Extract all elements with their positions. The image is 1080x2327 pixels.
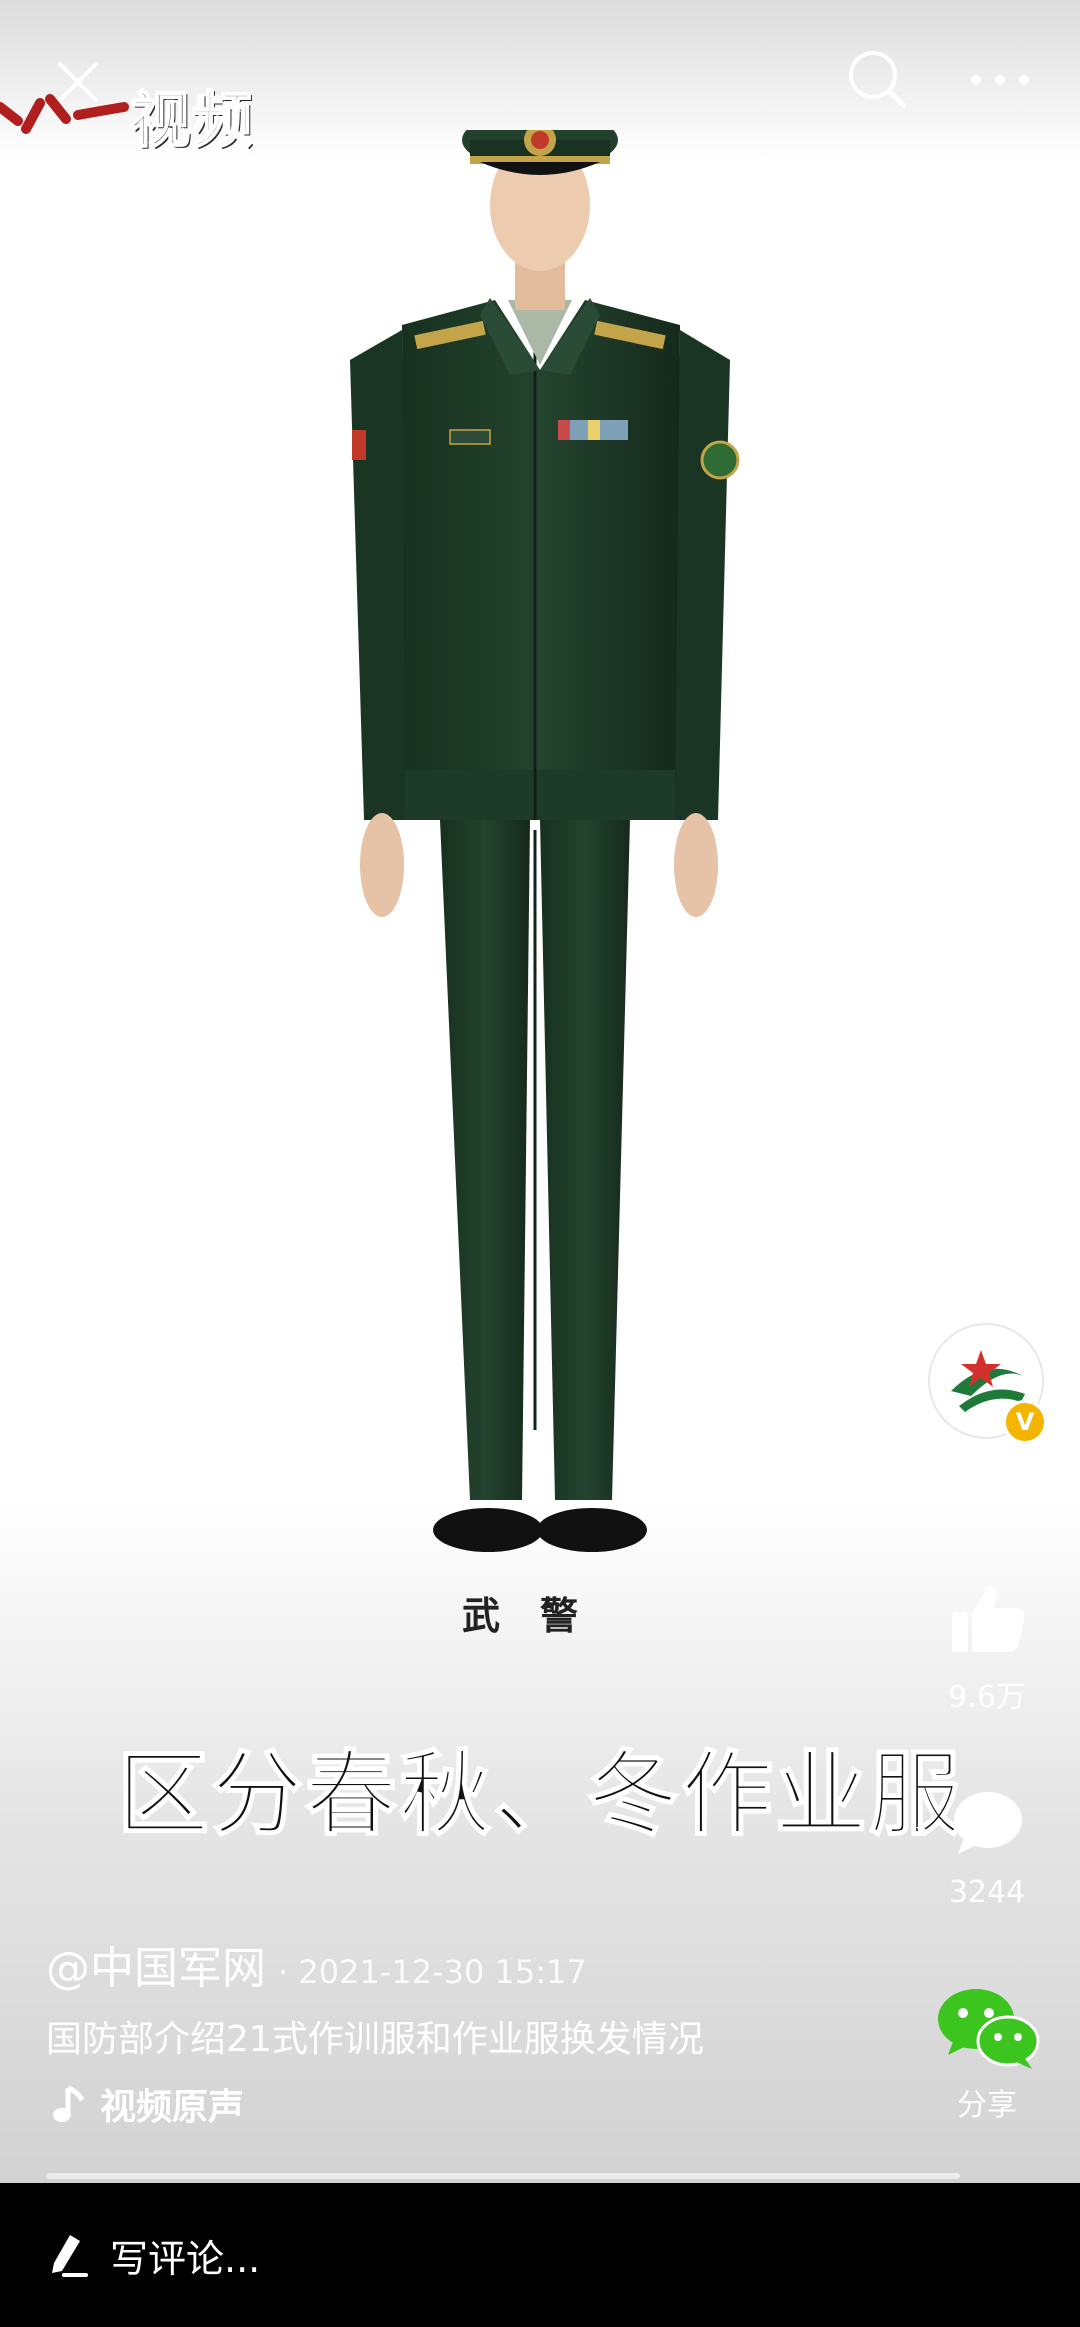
video-progress-bar[interactable]: [46, 2173, 960, 2179]
verified-badge: V: [1003, 1400, 1047, 1444]
wechat-icon: [938, 1989, 1040, 2069]
brand-watermark: 视频: [0, 70, 254, 160]
music-label: 视频原声: [100, 2087, 245, 2128]
like-button[interactable]: [940, 1575, 1036, 1661]
comment-bubble-icon: [954, 1792, 1022, 1854]
music-link[interactable]: 视频原声: [52, 2078, 244, 2130]
post-date: · 2021-12-30 15:17: [278, 1953, 587, 1991]
brand-name: 视频: [129, 85, 254, 157]
video-headline: 区分春秋、冬作业服: [116, 1740, 963, 1849]
comment-button[interactable]: [945, 1785, 1031, 1861]
soldier-illustration: [350, 130, 740, 1552]
post-description: 国防部介绍21式作训服和作业服换发情况: [46, 2019, 704, 2060]
search-button[interactable]: [842, 44, 912, 114]
close-icon: [58, 62, 98, 102]
comment-bar[interactable]: 写评论...: [0, 2183, 1080, 2327]
share-button[interactable]: [932, 1985, 1044, 2075]
uniform-caption: 武警: [461, 1593, 618, 1638]
author-name[interactable]: @中国军网: [46, 1932, 266, 1996]
thumbs-up-icon: [952, 1585, 1025, 1652]
comment-count: 3244: [948, 1875, 1026, 1910]
like-count: 9.6万: [948, 1680, 1026, 1715]
search-icon: [849, 51, 906, 108]
author-line: @中国军网 · 2021-12-30 15:17: [46, 1932, 587, 1996]
pen-icon: [52, 2235, 88, 2277]
comment-input[interactable]: 写评论...: [110, 2228, 260, 2283]
follow-button[interactable]: 已关注: [928, 1458, 1048, 1518]
more-button[interactable]: [960, 60, 1040, 100]
music-note-icon: [53, 2085, 85, 2122]
video-player[interactable]: 视频 武警 区分春秋、冬作业服 V 已关注 9.6万 3244 分享 @中国军网…: [0, 0, 1080, 2183]
close-button[interactable]: [46, 50, 110, 114]
more-icon: [971, 75, 1029, 85]
share-label: 分享: [957, 2088, 1017, 2123]
